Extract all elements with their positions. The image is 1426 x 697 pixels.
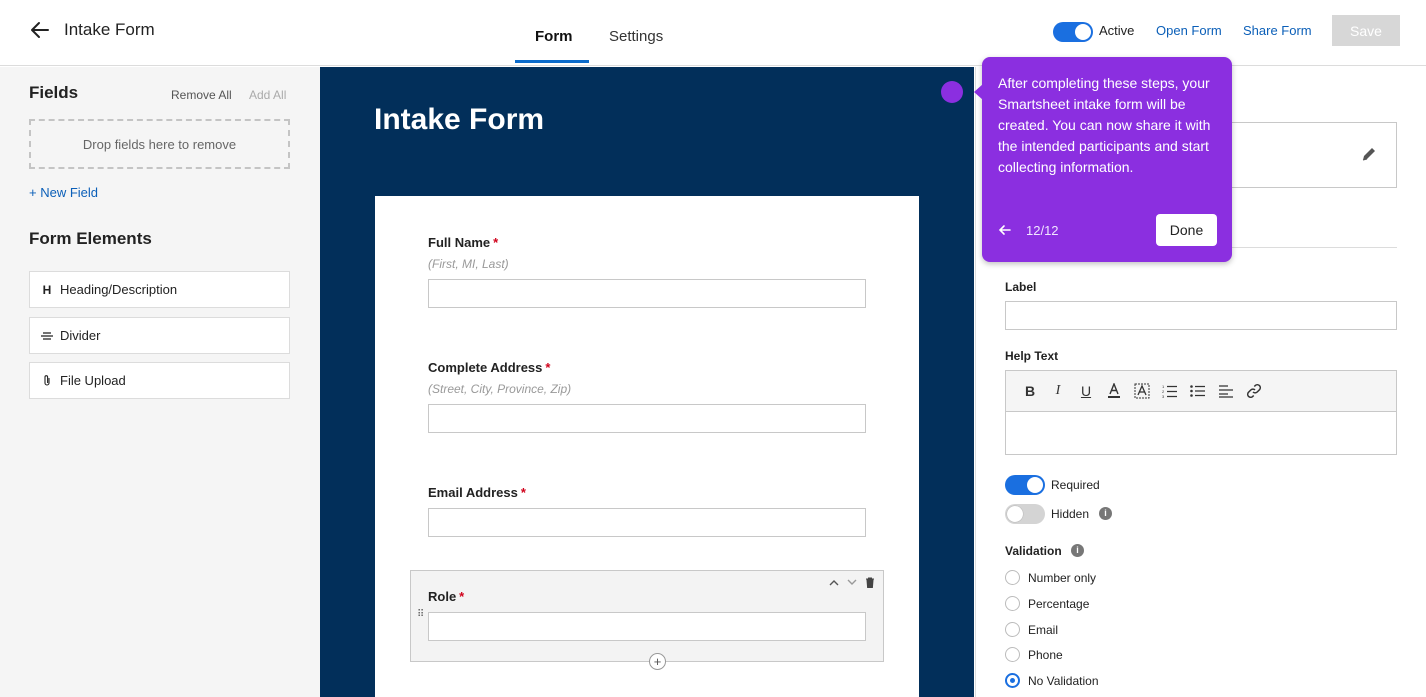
required-label: Required bbox=[1051, 478, 1100, 492]
link-icon[interactable] bbox=[1244, 381, 1264, 401]
drag-handle-icon[interactable]: ⠿ bbox=[417, 610, 424, 620]
align-left-icon[interactable] bbox=[1216, 381, 1236, 401]
question-label: Full Name * bbox=[428, 235, 499, 250]
required-toggle[interactable] bbox=[1005, 475, 1045, 495]
divider-icon bbox=[39, 330, 55, 342]
active-tab-indicator bbox=[515, 60, 589, 63]
drop-zone-label: Drop fields here to remove bbox=[82, 136, 237, 152]
radio-label: Percentage bbox=[1028, 596, 1090, 611]
element-divider[interactable]: Divider bbox=[29, 317, 290, 354]
paperclip-icon bbox=[39, 374, 55, 387]
fields-sidebar: Fields Remove All Add All Drop fields he… bbox=[0, 67, 320, 697]
email-input[interactable] bbox=[428, 508, 866, 537]
role-input[interactable] bbox=[428, 612, 866, 641]
underline-icon[interactable]: U bbox=[1076, 381, 1096, 401]
rich-text-toolbar: B I U 123 bbox=[1006, 371, 1396, 412]
done-button[interactable]: Done bbox=[1156, 214, 1217, 246]
tab-form[interactable]: Form bbox=[535, 28, 573, 45]
remove-all-link[interactable]: Remove All bbox=[171, 88, 232, 102]
svg-text:3: 3 bbox=[1162, 394, 1165, 398]
tooltip-text: After completing these steps, your Smart… bbox=[998, 75, 1211, 175]
open-form-link[interactable]: Open Form bbox=[1156, 23, 1222, 38]
bold-icon[interactable]: B bbox=[1020, 381, 1040, 401]
tour-hotspot bbox=[941, 81, 963, 103]
move-down-icon[interactable] bbox=[845, 575, 859, 589]
element-heading-description[interactable]: H Heading/Description bbox=[29, 271, 290, 308]
remove-drop-zone[interactable]: Drop fields here to remove bbox=[29, 119, 290, 169]
tour-tooltip: After completing these steps, your Smart… bbox=[974, 57, 1232, 262]
validation-title: Validation bbox=[1005, 544, 1062, 558]
active-toggle[interactable] bbox=[1053, 22, 1093, 42]
new-field-link[interactable]: + New Field bbox=[29, 185, 98, 200]
form-elements-title: Form Elements bbox=[29, 229, 152, 248]
question-hint: (First, MI, Last) bbox=[428, 257, 509, 271]
help-text-editor[interactable]: B I U 123 bbox=[1005, 370, 1397, 455]
label-title: Label bbox=[1005, 280, 1037, 294]
question-hint: (Street, City, Province, Zip) bbox=[428, 382, 572, 396]
question-label: Email Address * bbox=[428, 485, 526, 500]
question-label: Complete Address * bbox=[428, 360, 551, 375]
element-label: Heading/Description bbox=[60, 282, 178, 297]
heading-icon: H bbox=[42, 282, 52, 297]
radio-email[interactable]: Email bbox=[1005, 622, 1058, 637]
form-canvas: Intake Form Full Name * (First, MI, Last)… bbox=[320, 67, 974, 697]
radio-label: No Validation bbox=[1028, 673, 1099, 688]
help-text-title: Help Text bbox=[1005, 349, 1059, 363]
selected-field-role[interactable]: ⠿ Role * + bbox=[410, 570, 884, 670]
active-label: Active bbox=[1099, 23, 1135, 38]
tab-settings[interactable]: Settings bbox=[609, 28, 663, 45]
trash-icon[interactable] bbox=[863, 575, 877, 589]
add-all-link[interactable]: Add All bbox=[249, 88, 286, 102]
info-icon[interactable]: i bbox=[1099, 507, 1112, 520]
radio-no-validation[interactable]: No Validation bbox=[1005, 673, 1099, 688]
element-label: Divider bbox=[60, 328, 101, 343]
move-up-icon[interactable] bbox=[827, 575, 841, 589]
pencil-icon[interactable] bbox=[1360, 145, 1378, 163]
radio-number-only[interactable]: Number only bbox=[1005, 570, 1096, 585]
share-form-link[interactable]: Share Form bbox=[1243, 23, 1312, 38]
element-file-upload[interactable]: File Upload bbox=[29, 362, 290, 399]
radio-phone[interactable]: Phone bbox=[1005, 647, 1063, 662]
tooltip-back-arrow-icon[interactable] bbox=[997, 222, 1013, 238]
radio-button[interactable] bbox=[1005, 622, 1020, 637]
app-title: Intake Form bbox=[64, 20, 155, 39]
full-name-input[interactable] bbox=[428, 279, 866, 308]
info-icon[interactable]: i bbox=[1071, 544, 1084, 557]
radio-button[interactable] bbox=[1005, 647, 1020, 662]
italic-icon[interactable]: I bbox=[1048, 381, 1068, 401]
numbered-list-icon[interactable]: 123 bbox=[1160, 381, 1180, 401]
hidden-toggle[interactable] bbox=[1005, 504, 1045, 524]
form-title: Intake Form bbox=[374, 103, 545, 136]
label-input[interactable] bbox=[1005, 301, 1397, 330]
radio-button[interactable] bbox=[1005, 596, 1020, 611]
radio-percentage[interactable]: Percentage bbox=[1005, 596, 1089, 611]
radio-button-selected[interactable] bbox=[1005, 673, 1020, 688]
required-asterisk: * bbox=[520, 485, 526, 500]
save-button[interactable]: Save bbox=[1332, 15, 1400, 46]
address-input[interactable] bbox=[428, 404, 866, 433]
radio-label: Number only bbox=[1028, 570, 1097, 585]
field-tools bbox=[827, 575, 877, 589]
hidden-label: Hidden bbox=[1051, 507, 1090, 521]
radio-button[interactable] bbox=[1005, 570, 1020, 585]
form-card: Full Name * (First, MI, Last) Complete Ad… bbox=[375, 196, 919, 697]
fields-title: Fields bbox=[29, 83, 79, 102]
add-field-below-icon[interactable]: + bbox=[649, 653, 666, 670]
highlight-icon[interactable] bbox=[1132, 381, 1152, 401]
required-asterisk: * bbox=[545, 360, 551, 375]
tooltip-step-counter: 12/12 bbox=[1026, 223, 1059, 238]
bulleted-list-icon[interactable] bbox=[1188, 381, 1208, 401]
back-arrow-icon[interactable] bbox=[28, 18, 52, 42]
radio-label: Phone bbox=[1028, 647, 1063, 662]
required-asterisk: * bbox=[493, 235, 499, 250]
radio-label: Email bbox=[1028, 622, 1059, 637]
element-label: File Upload bbox=[60, 373, 126, 388]
text-color-icon[interactable] bbox=[1104, 381, 1124, 401]
question-label: Role * bbox=[428, 589, 465, 604]
required-asterisk: * bbox=[459, 589, 465, 604]
